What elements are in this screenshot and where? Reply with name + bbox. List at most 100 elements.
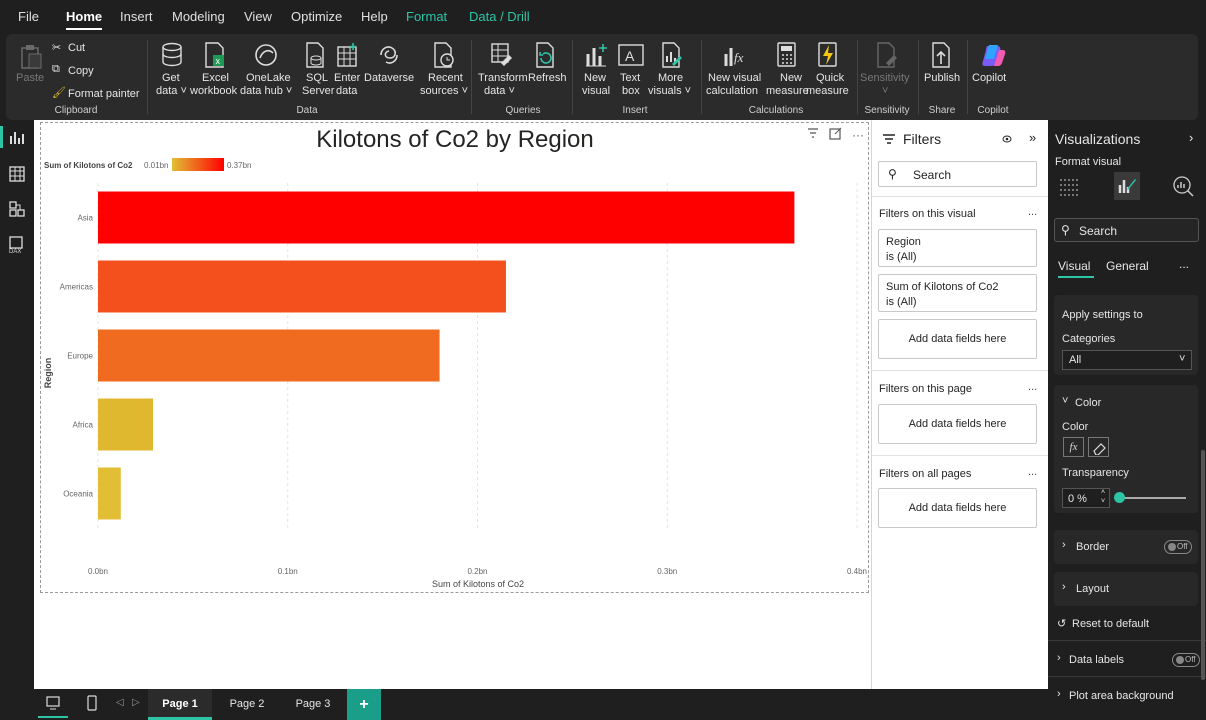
filters-all-more-icon[interactable]: ... bbox=[1028, 466, 1037, 478]
viz-scrollbar[interactable] bbox=[1201, 450, 1205, 680]
mobile-layout-icon[interactable] bbox=[86, 695, 98, 711]
sql-server-button[interactable]: SQL Server bbox=[298, 40, 334, 100]
quick-measure-button[interactable]: Quick measure bbox=[804, 40, 852, 100]
layout-card[interactable]: › Layout bbox=[1054, 572, 1198, 606]
build-visual-icon[interactable] bbox=[1058, 176, 1080, 196]
scissors-icon: ✂ bbox=[52, 42, 62, 54]
tab-visual[interactable]: Visual bbox=[1058, 259, 1090, 273]
publish-button[interactable]: Publish bbox=[922, 40, 962, 100]
format-visual-label: Format visual bbox=[1055, 156, 1122, 168]
stepper-up-icon[interactable]: ˄ bbox=[1101, 489, 1105, 496]
add-fields-label: Add data fields here bbox=[908, 333, 1007, 345]
apply-settings-label: Apply settings to bbox=[1062, 309, 1143, 321]
format-painter-button[interactable]: 🖌 Format painter bbox=[52, 86, 144, 102]
viz-more-options-icon[interactable]: ... bbox=[1179, 257, 1189, 271]
reset-to-default[interactable]: Reset to default bbox=[1072, 618, 1149, 630]
collapse-viz-icon[interactable]: › bbox=[1189, 130, 1193, 145]
page-tab-3[interactable]: Page 3 bbox=[282, 689, 344, 720]
color-section-title[interactable]: Color bbox=[1075, 397, 1101, 409]
focus-mode-icon[interactable] bbox=[829, 127, 842, 140]
new-visual-calculation-button[interactable]: fx New visual calculation bbox=[706, 40, 762, 100]
filters-page-more-icon[interactable]: ... bbox=[1028, 381, 1037, 393]
filter-card-region[interactable]: Region is (All) bbox=[878, 229, 1037, 267]
page-tab-1[interactable]: Page 1 bbox=[148, 689, 212, 720]
data-labels-toggle[interactable]: Off bbox=[1172, 653, 1200, 667]
bar-africa[interactable] bbox=[98, 398, 154, 451]
more-options-icon[interactable]: ··· bbox=[852, 128, 864, 142]
collapse-filters-icon[interactable]: » bbox=[1029, 130, 1036, 145]
divider bbox=[872, 196, 1049, 197]
reset-icon[interactable]: ↺ bbox=[1057, 617, 1066, 630]
filters-visual-more-icon[interactable]: ... bbox=[1028, 206, 1037, 218]
copilot-button[interactable]: Copilot bbox=[972, 40, 1014, 100]
text-box-button[interactable]: A Text box bbox=[616, 40, 646, 100]
menu-modeling[interactable]: Modeling bbox=[172, 9, 225, 24]
transform-data-button[interactable]: Transform data ˅ bbox=[476, 40, 528, 100]
bar-europe[interactable] bbox=[98, 329, 440, 382]
border-toggle[interactable]: Off bbox=[1164, 540, 1192, 554]
menu-file[interactable]: File bbox=[18, 9, 39, 24]
menu-optimize[interactable]: Optimize bbox=[291, 9, 342, 24]
copy-button[interactable]: ⧉ Copy bbox=[52, 63, 102, 79]
add-page-button[interactable]: + bbox=[347, 689, 381, 720]
menu-home[interactable]: Home bbox=[66, 9, 103, 30]
visual-filter-icon[interactable] bbox=[808, 128, 818, 138]
enter-data-button[interactable]: Enter data bbox=[332, 40, 364, 100]
add-data-fields-visual[interactable]: Add data fields here bbox=[878, 319, 1037, 359]
x-tick-labels: 0.0bn 0.1bn 0.2bn 0.3bn 0.4bn bbox=[88, 567, 867, 576]
refresh-button[interactable]: Refresh bbox=[526, 40, 567, 100]
new-visual-icon bbox=[586, 44, 607, 67]
bar-asia[interactable] bbox=[98, 191, 795, 244]
border-card[interactable]: › Border Off bbox=[1054, 530, 1198, 564]
excel-workbook-button[interactable]: x Excel workbook bbox=[190, 40, 238, 100]
paste-button[interactable]: Paste bbox=[12, 40, 48, 90]
filters-search-input[interactable]: ⚲ Search bbox=[878, 161, 1037, 187]
report-view-icon[interactable] bbox=[9, 130, 25, 146]
menu-format[interactable]: Format bbox=[406, 9, 447, 24]
ribbon-divider bbox=[857, 40, 858, 114]
format-visual-tab[interactable] bbox=[1114, 172, 1140, 200]
model-view-icon[interactable] bbox=[9, 201, 25, 217]
menu-help[interactable]: Help bbox=[361, 9, 388, 24]
bar-chart-visual[interactable]: Kilotons of Co2 by Region ··· Sum of Kil… bbox=[40, 122, 869, 593]
eye-icon[interactable] bbox=[1002, 134, 1012, 144]
excel-label-2: workbook bbox=[190, 85, 238, 97]
recent-sources-icon bbox=[434, 42, 454, 68]
bar-americas[interactable] bbox=[98, 260, 506, 313]
chevron-down-icon[interactable]: ˅ bbox=[1062, 395, 1068, 407]
get-data-button[interactable]: Get data ˅ bbox=[156, 40, 188, 100]
dax-query-view-icon[interactable]: DAX bbox=[8, 236, 26, 254]
filter-card-sum-kilotons[interactable]: Sum of Kilotons of Co2 is (All) bbox=[878, 274, 1037, 312]
plot-area-background-label[interactable]: Plot area background bbox=[1069, 690, 1174, 702]
table-view-icon[interactable] bbox=[9, 166, 25, 182]
page-tab-2[interactable]: Page 2 bbox=[216, 689, 278, 720]
stepper-down-icon[interactable]: ˅ bbox=[1101, 498, 1105, 505]
tab-general[interactable]: General bbox=[1106, 259, 1149, 273]
page-next-icon[interactable]: ▷ bbox=[132, 697, 140, 708]
menu-insert[interactable]: Insert bbox=[120, 9, 153, 24]
onelake-data-hub-button[interactable]: OneLake data hub ˅ bbox=[240, 40, 292, 100]
menu-data-drill[interactable]: Data / Drill bbox=[469, 9, 530, 24]
recent-sources-button[interactable]: Recent sources ˅ bbox=[418, 40, 468, 100]
desktop-layout-button[interactable] bbox=[38, 691, 68, 718]
cut-button[interactable]: ✂ Cut bbox=[52, 40, 85, 56]
bar-oceania[interactable] bbox=[98, 467, 121, 520]
transparency-slider-thumb[interactable] bbox=[1114, 492, 1125, 503]
more-visuals-button[interactable]: More visuals ˅ bbox=[648, 40, 696, 100]
data-labels-label[interactable]: Data labels bbox=[1069, 654, 1124, 666]
refresh-icon bbox=[536, 42, 554, 68]
page-prev-icon[interactable]: ◁ bbox=[116, 697, 124, 708]
eraser-button[interactable] bbox=[1088, 437, 1109, 457]
transparency-slider-track[interactable] bbox=[1118, 497, 1186, 499]
categories-dropdown[interactable]: All ˅ bbox=[1062, 350, 1192, 370]
transparency-input[interactable]: 0 % ˄ ˅ bbox=[1062, 488, 1110, 508]
new-visual-button[interactable]: New visual bbox=[580, 40, 612, 100]
dataverse-button[interactable]: Dataverse bbox=[364, 40, 414, 100]
refresh-label: Refresh bbox=[528, 72, 567, 84]
add-data-fields-page[interactable]: Add data fields here bbox=[878, 404, 1037, 444]
menu-view[interactable]: View bbox=[244, 9, 272, 24]
add-data-fields-all[interactable]: Add data fields here bbox=[878, 488, 1037, 528]
viz-search-input[interactable]: ⚲ Search bbox=[1054, 218, 1199, 242]
analytics-icon[interactable] bbox=[1172, 175, 1194, 197]
fx-button[interactable]: fx bbox=[1063, 437, 1084, 457]
